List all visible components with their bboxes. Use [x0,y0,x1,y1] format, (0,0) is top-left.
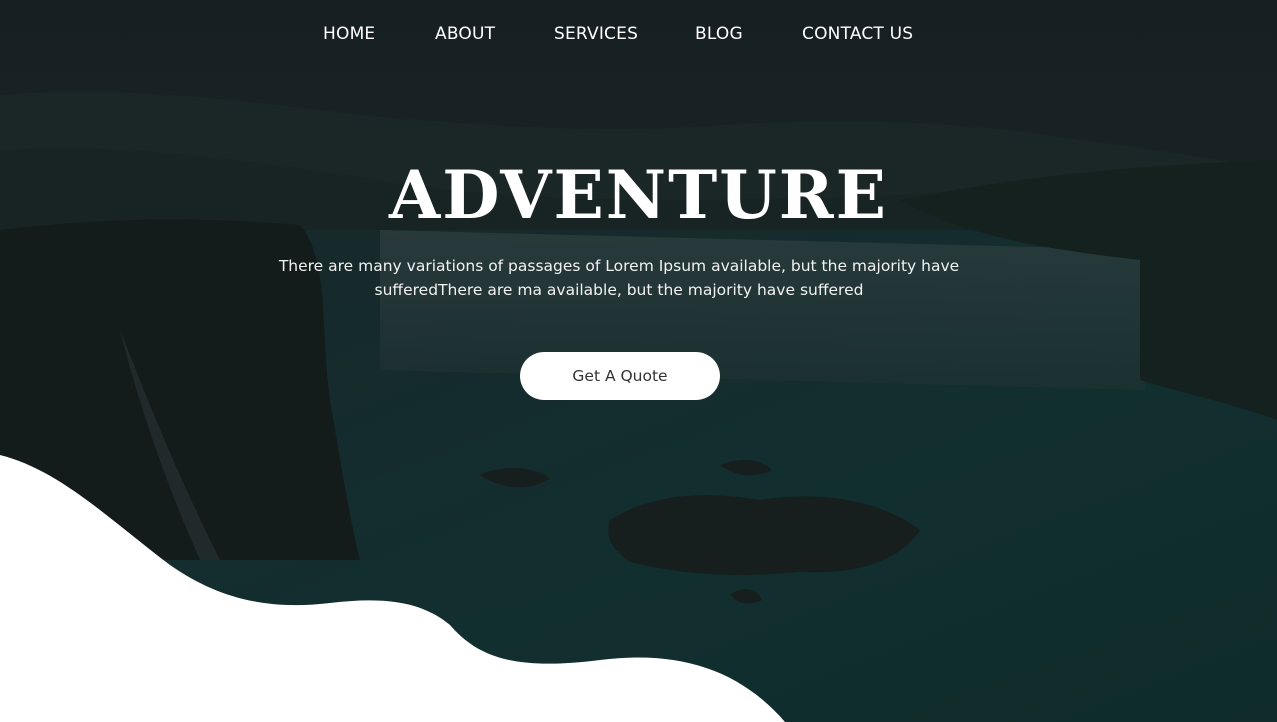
hero-section: HOME ABOUT SERVICES BLOG CONTACT US ADVE… [0,0,1277,722]
nav-link-home[interactable]: HOME [323,24,375,44]
main-navigation: HOME ABOUT SERVICES BLOG CONTACT US [0,22,1277,50]
nav-link-services[interactable]: SERVICES [554,24,638,44]
hero-description: There are many variations of passages of… [278,257,960,299]
nav-link-about[interactable]: ABOUT [435,24,495,44]
nav-link-blog[interactable]: BLOG [695,24,743,44]
get-a-quote-button[interactable]: Get A Quote [520,352,720,400]
nav-link-contact-us[interactable]: CONTACT US [802,24,913,44]
hero-title: ADVENTURE [389,156,888,234]
